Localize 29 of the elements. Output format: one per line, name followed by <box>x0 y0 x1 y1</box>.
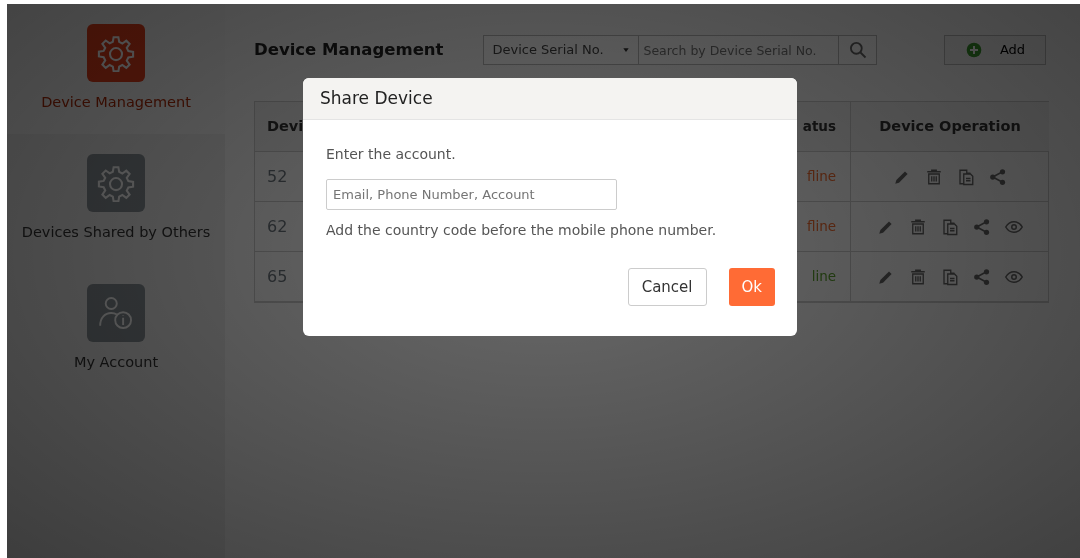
ok-button[interactable]: Ok <box>728 268 775 306</box>
page-title: Device Management <box>254 38 444 61</box>
column-header: Devi <box>255 102 304 152</box>
copy-icon[interactable] <box>941 217 959 236</box>
copy-icon[interactable] <box>941 267 959 286</box>
column-header: Device Operation <box>851 102 1049 152</box>
trash-icon[interactable] <box>909 267 927 286</box>
caret-icon <box>622 46 631 54</box>
copy-icon[interactable] <box>957 167 975 186</box>
share-icon[interactable] <box>973 217 991 236</box>
hint-text: Add the country code before the mobile phone number. <box>326 221 718 240</box>
gear-icon <box>97 164 135 203</box>
search-icon <box>847 40 868 60</box>
plus-circle-icon <box>965 42 982 58</box>
sidebar-item[interactable]: Device Management <box>7 4 225 134</box>
account-field[interactable]: Email, Phone Number, Account <box>326 179 617 210</box>
trash-icon[interactable] <box>909 217 927 236</box>
add-button[interactable]: Add <box>944 35 1047 65</box>
share-icon[interactable] <box>973 267 991 286</box>
dialog-title: Share Device <box>303 78 797 120</box>
cancel-button[interactable]: Cancel <box>627 268 707 306</box>
gear-icon <box>97 34 135 73</box>
search-button[interactable] <box>839 35 878 65</box>
share-icon[interactable] <box>989 167 1007 186</box>
prompt-text: Enter the account. <box>326 145 457 164</box>
sidebar-item[interactable]: My Account <box>7 264 225 394</box>
trash-icon[interactable] <box>925 167 943 186</box>
sidebar-item[interactable]: Devices Shared by Others <box>7 134 225 264</box>
filter-select[interactable]: Device Serial No. <box>483 35 640 65</box>
